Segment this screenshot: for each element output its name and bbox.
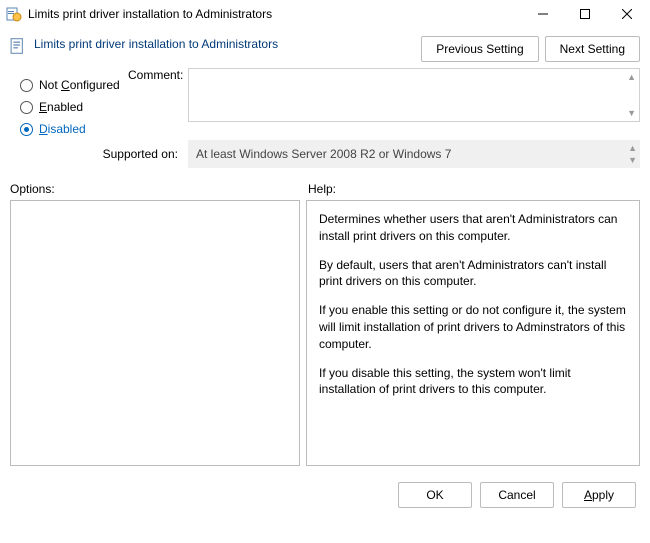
help-text-3: If you enable this setting or do not con…: [319, 302, 627, 352]
help-label: Help:: [308, 182, 336, 196]
comment-label: Comment:: [128, 68, 182, 128]
maximize-button[interactable]: [564, 0, 606, 28]
options-pane: [10, 200, 300, 466]
help-text-2: By default, users that aren't Administra…: [319, 257, 627, 291]
apply-button[interactable]: Apply: [562, 482, 636, 508]
comment-row: Not Configured Enabled Disabled Comment:…: [0, 68, 650, 140]
comment-textarea[interactable]: ▲ ▼: [188, 68, 640, 122]
policy-title: Limits print driver installation to Admi…: [34, 36, 344, 51]
minimize-button[interactable]: [522, 0, 564, 28]
cancel-button[interactable]: Cancel: [480, 482, 554, 508]
apply-label-rest: pply: [592, 488, 614, 502]
titlebar: Limits print driver installation to Admi…: [0, 0, 650, 28]
close-button[interactable]: [606, 0, 648, 28]
supported-on-value: At least Windows Server 2008 R2 or Windo…: [196, 147, 451, 161]
supported-on-field: At least Windows Server 2008 R2 or Windo…: [188, 140, 640, 168]
window-title: Limits print driver installation to Admi…: [28, 7, 522, 21]
policy-icon: [6, 6, 22, 22]
help-pane: Determines whether users that aren't Adm…: [306, 200, 640, 466]
next-setting-button[interactable]: Next Setting: [545, 36, 640, 62]
panes: Determines whether users that aren't Adm…: [0, 200, 650, 472]
pane-labels: Options: Help:: [0, 168, 650, 200]
radio-disabled[interactable]: Disabled: [20, 118, 128, 140]
scroll-down-icon: ▼: [627, 108, 636, 118]
supported-label: Supported on:: [10, 147, 188, 161]
supported-row: Supported on: At least Windows Server 20…: [0, 140, 650, 168]
radio-enabled[interactable]: Enabled: [20, 96, 128, 118]
dialog-buttons: OK Cancel Apply: [0, 472, 650, 518]
options-label: Options:: [10, 182, 296, 196]
previous-setting-button[interactable]: Previous Setting: [421, 36, 538, 62]
scroll-up-icon: ▲: [627, 72, 636, 82]
radio-not-configured[interactable]: Not Configured: [20, 74, 128, 96]
help-text-4: If you disable this setting, the system …: [319, 365, 627, 399]
policy-header-icon: [10, 37, 28, 55]
scroll-up-icon: ▲: [628, 143, 637, 153]
policy-header: Limits print driver installation to Admi…: [0, 28, 650, 68]
help-text-1: Determines whether users that aren't Adm…: [319, 211, 627, 245]
ok-button[interactable]: OK: [398, 482, 472, 508]
scroll-down-icon: ▼: [628, 155, 637, 165]
